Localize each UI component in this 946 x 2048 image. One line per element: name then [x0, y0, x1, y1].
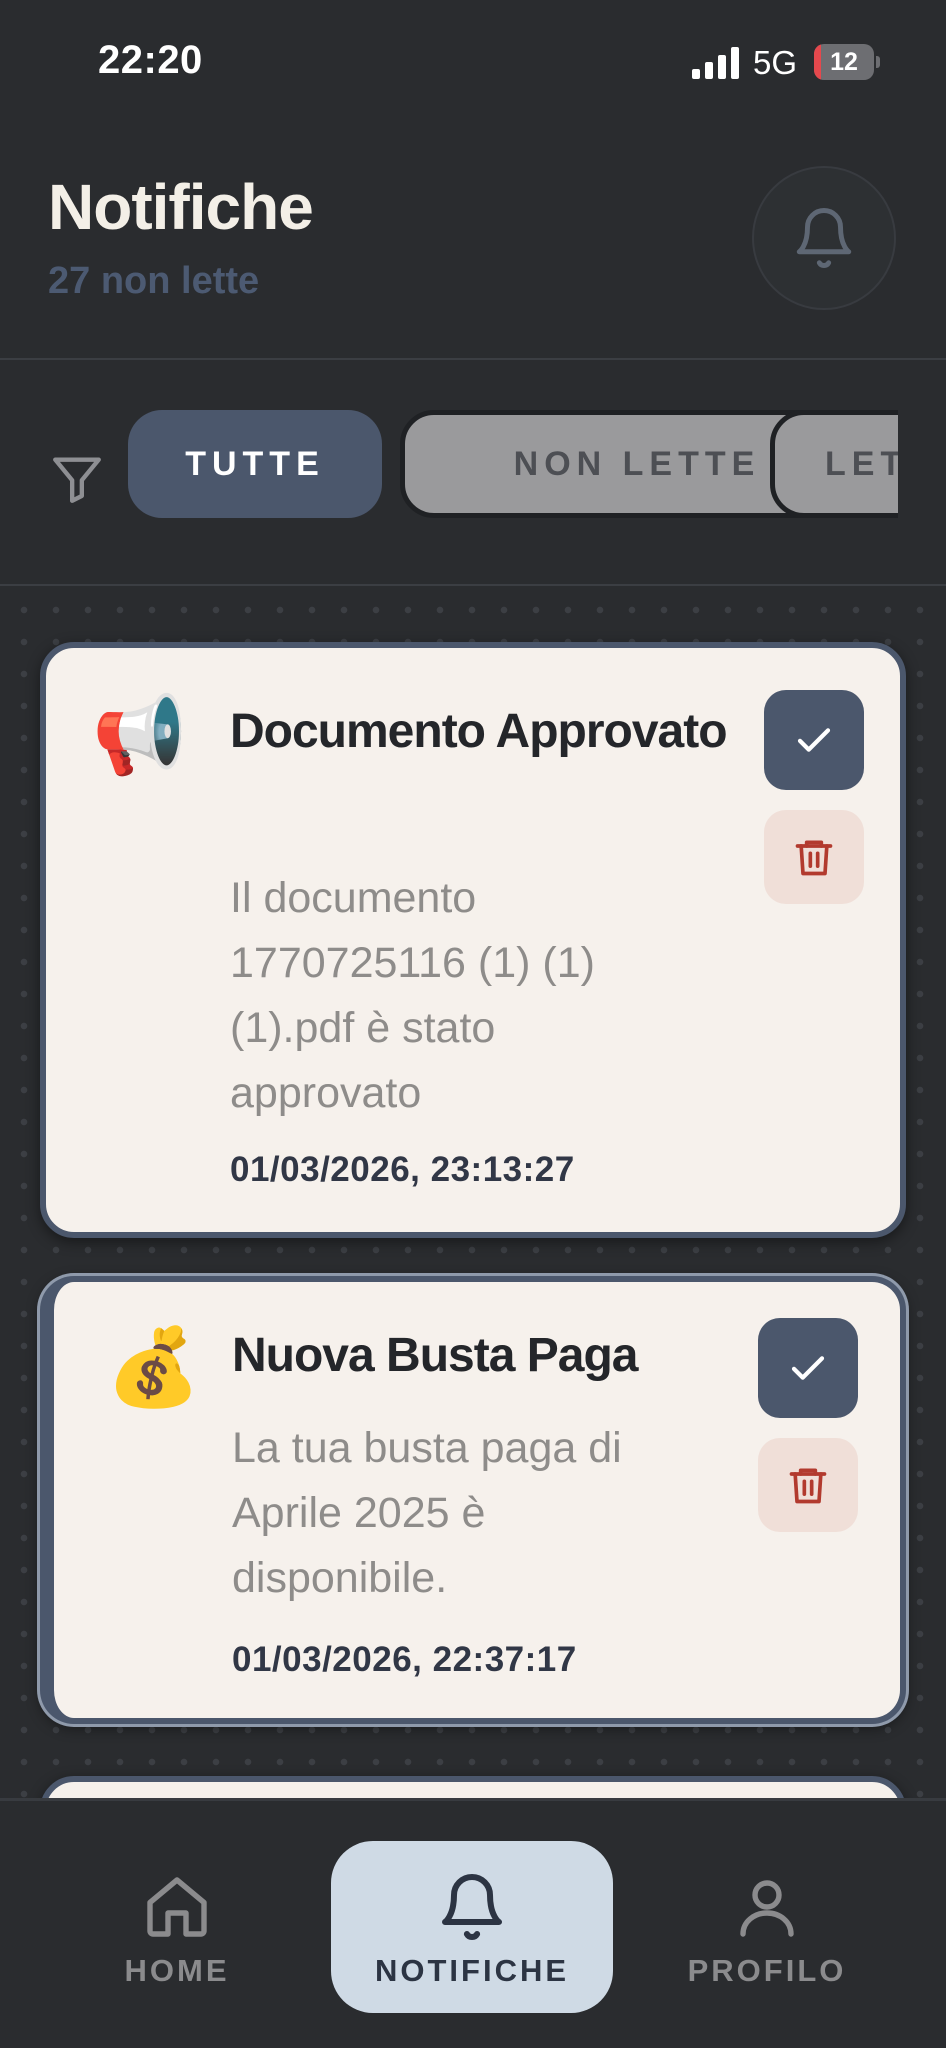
battery-level: 12	[830, 48, 858, 76]
nav-home[interactable]: HOME	[36, 1841, 318, 2013]
notification-list[interactable]: 📢 Documento Approvato Il documento 17707…	[0, 586, 946, 1798]
header-bell-button[interactable]	[752, 166, 896, 310]
notification-timestamp: 01/03/2026, 23:13:27	[230, 1150, 575, 1189]
filter-chips: TUTTE NON LETTE LETTE	[128, 410, 898, 526]
money-bag-icon: 💰	[106, 1325, 201, 1410]
notification-card[interactable]: 📢 Documento Approvato Il documento 17707…	[40, 642, 906, 1238]
trash-icon	[789, 1468, 827, 1504]
chip-tutte[interactable]: TUTTE	[128, 410, 382, 518]
unread-count: 27 non lette	[48, 260, 260, 302]
trash-icon	[795, 840, 833, 876]
notification-card-partial[interactable]	[40, 1776, 906, 1798]
status-time: 22:20	[98, 38, 203, 82]
filter-bar: TUTTE NON LETTE LETTE	[0, 360, 946, 586]
user-icon	[740, 1880, 794, 1937]
status-bar: 22:20 5G 12	[0, 0, 946, 120]
nav-notifications[interactable]: NOTIFICHE	[331, 1841, 613, 2013]
megaphone-icon: 📢	[92, 693, 187, 778]
signal-icon	[692, 47, 739, 79]
chip-lette[interactable]: LETTE	[770, 410, 898, 518]
notification-timestamp: 01/03/2026, 22:37:17	[232, 1640, 577, 1679]
mark-read-button[interactable]	[758, 1318, 858, 1418]
notification-card[interactable]: 💰 Nuova Busta Paga La tua busta paga di …	[40, 1276, 906, 1724]
filter-icon[interactable]	[48, 450, 106, 508]
bottom-nav: HOME NOTIFICHE PROFILO	[0, 1798, 946, 2048]
page-header: Notifiche 27 non lette	[0, 120, 946, 360]
page-title: Notifiche	[48, 171, 314, 243]
checkmark-icon	[797, 728, 831, 752]
nav-notifications-label: NOTIFICHE	[374, 1953, 570, 1988]
checkmark-icon	[791, 1356, 825, 1380]
mark-read-button[interactable]	[764, 690, 864, 790]
delete-button[interactable]	[758, 1438, 858, 1532]
notification-title: Nuova Busta Paga	[232, 1329, 638, 1382]
nav-profile[interactable]: PROFILO	[626, 1841, 908, 2013]
nav-home-label: HOME	[124, 1953, 230, 1988]
delete-button[interactable]	[764, 810, 864, 904]
notifications-screen: 22:20 5G 12 Notifiche 27 non lette TUTTE…	[0, 0, 946, 2048]
network-type: 5G	[753, 44, 798, 81]
notification-title: Documento Approvato	[230, 705, 728, 758]
battery-icon: 12	[814, 44, 880, 80]
nav-profile-label: PROFILO	[687, 1953, 847, 1988]
notification-message: Il documento 1770725116 (1) (1) (1).pdf …	[230, 874, 595, 1117]
bell-icon	[796, 208, 852, 268]
home-icon	[147, 1877, 207, 1937]
bell-icon	[442, 1874, 502, 1940]
notification-message: La tua busta paga di Aprile 2025 è dispo…	[232, 1424, 622, 1602]
